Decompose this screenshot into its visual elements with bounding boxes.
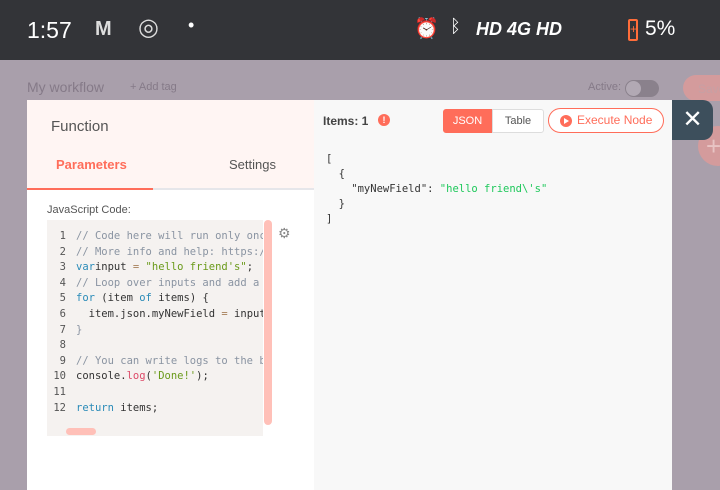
save-button[interactable]: Save [683, 75, 720, 101]
add-tag-link[interactable]: + Add tag [130, 81, 177, 93]
alarm-icon: ⏰ [414, 18, 439, 40]
status-bar: 1:57 M ◎ • ⏰ ᛒ HD 4G HD + 5% [0, 0, 720, 60]
close-button[interactable]: ✕ [672, 100, 713, 140]
active-toggle[interactable] [625, 80, 659, 97]
active-tab-indicator [27, 188, 153, 190]
code-token: "hello friend's" [139, 261, 247, 274]
code-token: 'Done!' [151, 370, 197, 383]
code-token: return [76, 401, 114, 414]
table-view-button[interactable]: Table [492, 109, 544, 133]
info-icon[interactable]: ! [378, 114, 390, 126]
line-number: 5 [59, 292, 66, 305]
gears-icon[interactable]: ⚙ [278, 225, 291, 242]
code-token: ); [196, 370, 209, 383]
close-icon: ✕ [682, 106, 703, 133]
code-token: items) { [151, 292, 209, 305]
json-line: ] [326, 213, 333, 225]
code-line: 7} [47, 323, 83, 339]
code-line: 8 [47, 339, 76, 354]
code-token: log [126, 370, 146, 383]
code-line: 11 [47, 386, 76, 401]
bluetooth-icon: ᛒ [450, 16, 461, 36]
active-label: Active: [588, 81, 622, 93]
line-number: 3 [59, 261, 66, 274]
code-line: 2 // More info and help: https:/ [47, 246, 263, 261]
clock: 1:57 [27, 17, 72, 43]
line-number: 10 [53, 370, 66, 383]
code-token: items; [113, 401, 159, 414]
tab-parameters[interactable]: Parameters [56, 157, 127, 172]
vertical-scrollbar[interactable] [264, 220, 272, 425]
code-token: } [76, 323, 83, 336]
dot-icon: • [188, 15, 195, 35]
code-token: item.json.myNewField [76, 308, 222, 320]
json-key: "myNewField": [326, 183, 440, 195]
code-line: 6 item.json.myNewField = input [47, 308, 263, 323]
code-token: var [76, 261, 95, 274]
node-modal: Function Parameters Settings JavaScript … [27, 100, 672, 490]
json-view-button[interactable]: JSON [443, 109, 492, 133]
execute-node-label: Execute Node [577, 113, 653, 127]
code-token: // More info and help: https:/ [76, 245, 263, 258]
code-token: (item [94, 292, 140, 305]
items-count: Items: 1 [323, 114, 369, 128]
code-line: 4 // Loop over inputs and add a [47, 276, 260, 292]
code-line: 1 // Code here will run only onc [47, 230, 263, 245]
code-token: // Code here will run only onc [76, 230, 263, 242]
line-number: 8 [59, 339, 66, 352]
json-line: [ [326, 153, 333, 165]
json-line: { [326, 168, 345, 180]
code-token: console. [76, 370, 127, 383]
code-line: 3 varinput = "hello friend's"; [47, 261, 253, 276]
code-token: input [227, 308, 263, 320]
code-token: ; [246, 261, 254, 274]
play-icon [560, 115, 572, 127]
code-token: // You can write logs to the b [76, 354, 263, 367]
json-line: } [326, 198, 345, 210]
node-header: Function Parameters Settings [27, 100, 314, 190]
parameters-panel: Function Parameters Settings JavaScript … [27, 100, 314, 490]
code-editor[interactable]: 1 // Code here will run only onc 2 // More … [47, 220, 263, 436]
code-line: 12 return items; [47, 402, 158, 417]
horizontal-scrollbar[interactable] [66, 428, 96, 435]
battery-percent: 5% [645, 17, 676, 40]
line-number: 12 [53, 401, 66, 414]
code-label: JavaScript Code: [47, 204, 131, 216]
battery-icon: + [628, 19, 638, 41]
code-token: for [76, 292, 95, 305]
line-number: 1 [59, 230, 66, 242]
execute-node-button[interactable]: Execute Node [548, 108, 664, 133]
line-number: 9 [59, 354, 66, 367]
tab-settings[interactable]: Settings [229, 157, 276, 172]
code-line: 9 // You can write logs to the b [47, 355, 263, 370]
node-title[interactable]: Function [51, 118, 109, 135]
line-number: 11 [53, 386, 66, 398]
line-number: 2 [59, 245, 66, 258]
line-number: 6 [59, 308, 66, 320]
json-line: "myNewField": "hello friend\'s" [326, 183, 547, 195]
code-token: // Loop over inputs and add a [76, 276, 260, 289]
code-line: 10 console.log('Done!'); [47, 370, 209, 385]
line-number: 4 [59, 276, 66, 289]
code-token: input [94, 261, 133, 274]
music-icon: ◎ [138, 14, 159, 41]
line-number: 7 [59, 323, 66, 336]
app-m-icon: M [95, 18, 112, 40]
workflow-name[interactable]: My workflow [27, 79, 104, 95]
code-token: of [139, 292, 152, 305]
code-line: 5 for (item of items) { [47, 292, 209, 307]
network-indicators: HD 4G HD [476, 19, 563, 39]
output-panel: Items: 1 ! JSON Table Execute Node [ { "… [314, 100, 672, 490]
json-value: "hello friend\'s" [439, 183, 548, 195]
